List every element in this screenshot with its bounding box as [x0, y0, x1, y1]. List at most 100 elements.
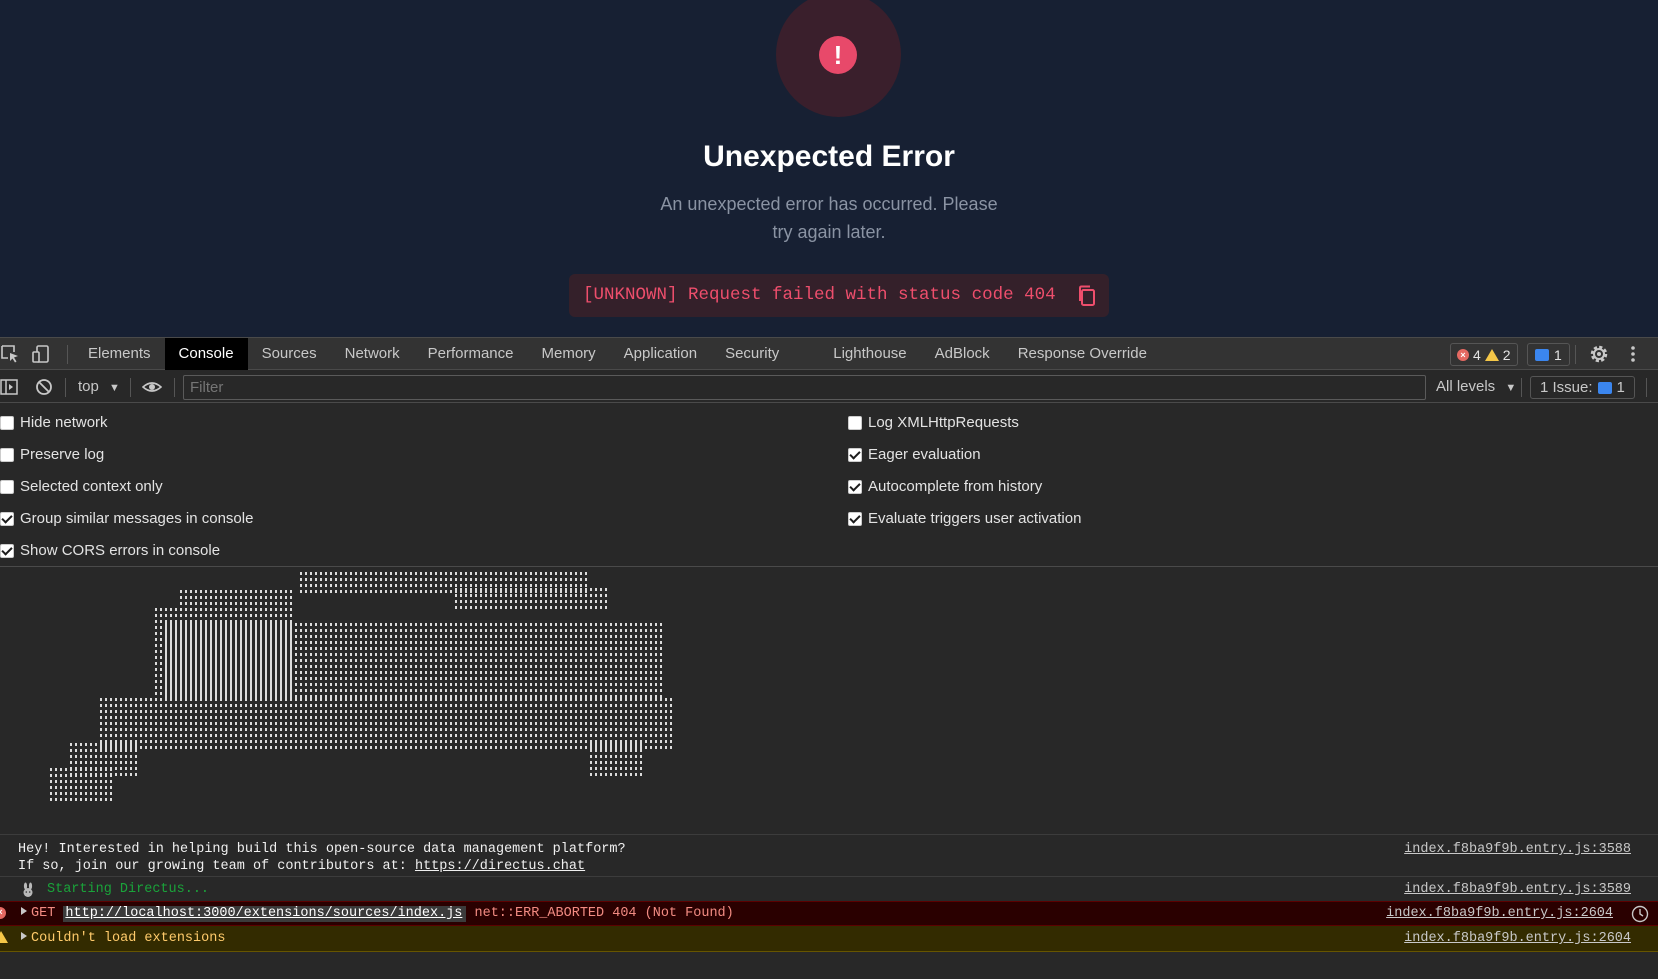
message-source-link[interactable]: index.f8ba9f9b.entry.js:3589: [1404, 882, 1631, 897]
user-activation-checkbox[interactable]: [848, 512, 862, 526]
error-text: net::ERR_ABORTED 404 (Not Found): [474, 906, 734, 921]
autocomplete-checkbox[interactable]: [848, 480, 862, 494]
separator: [174, 378, 175, 397]
tab-elements[interactable]: Elements: [74, 338, 165, 370]
console-toolbar: top ▼ All levels ▼ 1 Issue: 1: [0, 371, 1658, 403]
gear-icon[interactable]: [1589, 344, 1609, 364]
context-value: top: [78, 378, 99, 395]
error-icon: ×: [1457, 348, 1469, 361]
log-xhr-option[interactable]: Log XMLHttpRequests: [848, 413, 1019, 433]
device-toolbar-icon[interactable]: [31, 344, 51, 364]
console-settings: Hide network Preserve log Selected conte…: [0, 404, 1658, 567]
message-source-link[interactable]: index.f8ba9f9b.entry.js:2604: [1386, 906, 1613, 921]
error-method: GET: [31, 906, 56, 921]
log-xhr-checkbox[interactable]: [848, 416, 862, 430]
error-warning-counter[interactable]: × 4 2: [1450, 343, 1518, 366]
inspect-element-icon[interactable]: [0, 344, 20, 364]
error-code-text: [UNKNOWN] Request failed with status cod…: [583, 285, 1056, 305]
separator: [67, 345, 68, 364]
warning-icon: [0, 931, 8, 943]
rabbit-icon: [23, 882, 33, 897]
directus-chat-link[interactable]: https://directus.chat: [415, 859, 585, 874]
separator: [130, 378, 131, 397]
preserve-log-option[interactable]: Preserve log: [0, 445, 104, 465]
filter-input[interactable]: [183, 375, 1426, 400]
context-selector[interactable]: top ▼: [78, 371, 120, 404]
warning-message[interactable]: Couldn't load extensions: [21, 931, 225, 946]
option-label: Log XMLHttpRequests: [868, 414, 1019, 431]
issues-label: 1 Issue:: [1540, 379, 1593, 396]
console-message-error: × GET http://localhost:3000/extensions/s…: [0, 901, 1658, 926]
ascii-art-rabbit: [50, 572, 672, 801]
console-output: Hey! Interested in helping build this op…: [0, 568, 1658, 979]
message-source-link[interactable]: index.f8ba9f9b.entry.js:2604: [1404, 931, 1631, 946]
chevron-down-icon: ▼: [1505, 382, 1517, 394]
eager-evaluation-option[interactable]: Eager evaluation: [848, 445, 981, 465]
log-levels-dropdown[interactable]: All levels ▼: [1436, 371, 1516, 404]
warning-count: 2: [1502, 346, 1511, 363]
hide-network-checkbox[interactable]: [0, 416, 14, 430]
issues-button[interactable]: 1 Issue: 1: [1530, 376, 1635, 399]
cors-errors-option[interactable]: Show CORS errors in console: [0, 541, 220, 561]
message-counter[interactable]: 1: [1527, 343, 1570, 366]
autocomplete-option[interactable]: Autocomplete from history: [848, 477, 1042, 497]
eye-icon[interactable]: [142, 377, 162, 397]
expand-triangle-icon[interactable]: [21, 907, 27, 915]
option-label: Evaluate triggers user activation: [868, 510, 1082, 527]
message-count: 1: [1554, 346, 1562, 363]
tab-network[interactable]: Network: [331, 338, 414, 370]
option-label: Preserve log: [20, 446, 105, 463]
group-similar-checkbox[interactable]: [0, 512, 14, 526]
option-label: Hide network: [20, 414, 108, 431]
selected-context-checkbox[interactable]: [0, 480, 14, 494]
chevron-down-icon: ▼: [109, 382, 120, 394]
user-activation-option[interactable]: Evaluate triggers user activation: [848, 509, 1081, 529]
clear-console-icon[interactable]: [34, 377, 54, 397]
separator: [1646, 378, 1647, 397]
warning-icon: [1484, 348, 1499, 361]
devtools-panel: Elements Console Sources Network Perform…: [0, 337, 1658, 979]
error-icon-circle: !: [776, 0, 901, 117]
devtools-tabbar: Elements Console Sources Network Perform…: [0, 337, 1658, 370]
error-count: 4: [1473, 346, 1481, 363]
preserve-log-checkbox[interactable]: [0, 448, 14, 462]
tab-memory[interactable]: Memory: [528, 338, 610, 370]
app-error-page: ! Unexpected Error An unexpected error h…: [0, 0, 1658, 337]
info-line-2: If so, join our growing team of contribu…: [18, 859, 585, 874]
error-code-box: [UNKNOWN] Request failed with status cod…: [569, 274, 1109, 317]
tab-application[interactable]: Application: [610, 338, 711, 370]
console-message-starting: Starting Directus... index.f8ba9f9b.entr…: [0, 876, 1658, 901]
error-url-link[interactable]: http://localhost:3000/extensions/sources…: [63, 906, 467, 922]
tab-response-override[interactable]: Response Override: [1004, 338, 1161, 370]
tab-performance[interactable]: Performance: [414, 338, 528, 370]
tab-sources[interactable]: Sources: [248, 338, 331, 370]
tab-adblock[interactable]: AdBlock: [921, 338, 1004, 370]
more-options-icon[interactable]: [1627, 344, 1639, 364]
group-similar-option[interactable]: Group similar messages in console: [0, 509, 253, 529]
tab-console[interactable]: Console: [164, 338, 248, 370]
error-description: An unexpected error has occurred. Please…: [660, 194, 998, 242]
error-message[interactable]: GET http://localhost:3000/extensions/sou…: [21, 906, 734, 922]
error-title: Unexpected Error: [703, 140, 955, 173]
devtools-tabs: Elements Console Sources Network Perform…: [74, 338, 1161, 370]
hide-network-option[interactable]: Hide network: [0, 413, 108, 433]
tab-security[interactable]: Security: [711, 338, 819, 370]
copy-icon[interactable]: [1077, 284, 1097, 308]
tab-lighthouse[interactable]: Lighthouse: [819, 338, 920, 370]
show-sidebar-icon[interactable]: [0, 377, 20, 397]
separator: [1575, 345, 1576, 364]
starting-text: Starting Directus...: [47, 882, 210, 897]
message-source-link[interactable]: index.f8ba9f9b.entry.js:3588: [1404, 842, 1631, 857]
selected-context-option[interactable]: Selected context only: [0, 477, 163, 497]
console-message-info: Hey! Interested in helping build this op…: [0, 834, 1658, 876]
option-label: Selected context only: [20, 478, 163, 495]
warning-text: Couldn't load extensions: [31, 931, 226, 946]
info-line-2-prefix: If so, join our growing team of contribu…: [18, 859, 415, 874]
eager-evaluation-checkbox[interactable]: [848, 448, 862, 462]
network-request-icon[interactable]: [1631, 905, 1649, 923]
expand-triangle-icon[interactable]: [21, 932, 27, 940]
console-message-warning: Couldn't load extensions index.f8ba9f9b.…: [0, 926, 1658, 952]
cors-errors-checkbox[interactable]: [0, 544, 14, 558]
option-label: Autocomplete from history: [868, 478, 1043, 495]
message-icon: [1535, 348, 1549, 361]
